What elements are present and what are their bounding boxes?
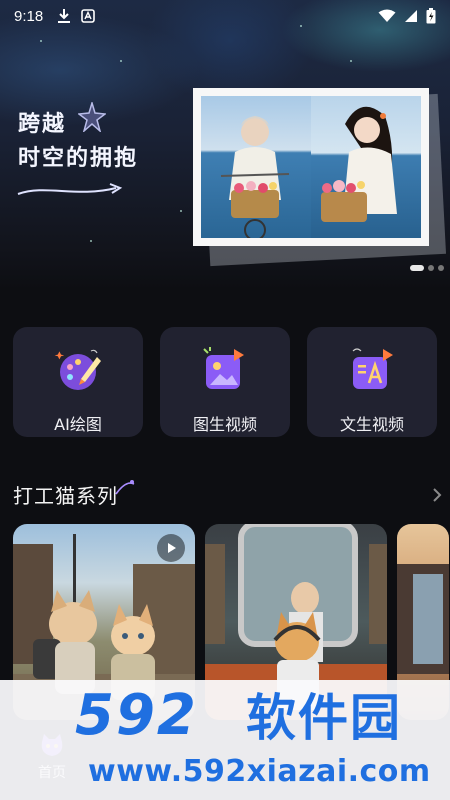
carousel-dot[interactable] — [438, 265, 444, 271]
tool-ai-drawing[interactable]: AI绘图 — [13, 327, 143, 437]
wifi-icon — [378, 9, 396, 22]
hero-banner[interactable]: 跨越 时空的拥抱 — [0, 0, 450, 290]
banner-photo — [193, 88, 429, 246]
tool-text-to-video[interactable]: 文生视频 — [307, 327, 437, 437]
watermark-overlay: 592 软件园 www.592xiazai.com — [0, 680, 450, 800]
palette-icon — [54, 349, 101, 390]
watermark-brand: 592 — [75, 683, 198, 748]
app-notification-icon — [81, 9, 96, 23]
image-video-icon — [203, 347, 244, 389]
status-time: 9:18 — [14, 7, 44, 25]
photo-elderly-woman — [201, 96, 311, 238]
section-header[interactable]: 打工猫系列 — [13, 479, 443, 509]
section-sparkle-icon — [115, 479, 135, 494]
status-bar: 9:18 — [0, 0, 450, 32]
signal-icon — [405, 10, 417, 22]
watermark-url: www.592xiazai.com — [88, 754, 431, 789]
tool-label: AI绘图 — [54, 415, 102, 434]
photo-young-woman — [311, 96, 421, 238]
tool-image-to-video[interactable]: 图生视频 — [160, 327, 290, 437]
battery-icon — [426, 8, 436, 24]
sparkle-star-icon — [78, 102, 106, 132]
play-button[interactable] — [157, 534, 185, 562]
section-title: 打工猫系列 — [13, 484, 118, 508]
tool-label: 文生视频 — [339, 415, 404, 434]
carousel-dot-active[interactable] — [410, 265, 424, 271]
carousel-dot[interactable] — [428, 265, 434, 271]
tool-grid: AI绘图 图生视频 文生视频 — [13, 327, 437, 437]
hero-title-line2: 时空的拥抱 — [18, 146, 139, 171]
play-icon — [168, 543, 176, 553]
watermark-brand-cn: 软件园 — [246, 689, 402, 747]
text-video-icon — [352, 348, 393, 389]
download-icon — [58, 9, 71, 23]
swoosh-arrow-icon — [17, 183, 123, 195]
carousel-indicator — [410, 265, 444, 271]
chevron-right-icon[interactable] — [431, 487, 443, 503]
tool-label: 图生视频 — [192, 415, 257, 434]
